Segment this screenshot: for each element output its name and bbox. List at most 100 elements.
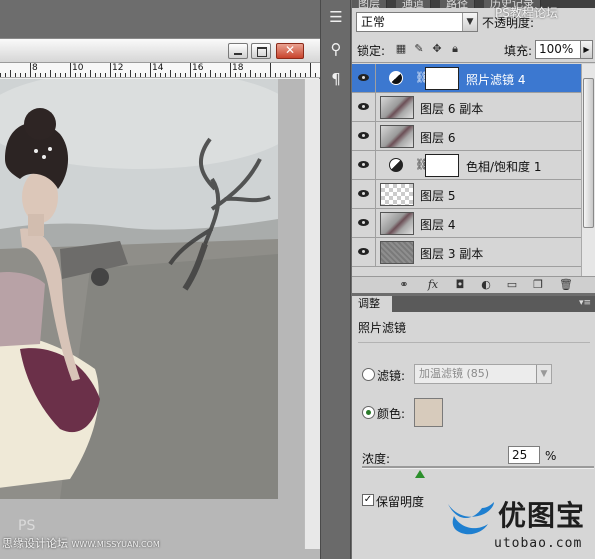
- ruler-tick: [95, 73, 96, 77]
- eye-icon[interactable]: [352, 93, 376, 121]
- tab-layers[interactable]: 图层: [352, 0, 387, 8]
- eye-icon[interactable]: [352, 122, 376, 150]
- layer-name: 照片滤镜 4: [466, 73, 526, 87]
- eye-icon[interactable]: [352, 180, 376, 208]
- ruler-tick: [145, 73, 146, 77]
- layer-mask-thumbnail[interactable]: [425, 67, 459, 90]
- logo-subtext: utobao.com: [494, 536, 583, 551]
- tab-adjustments[interactable]: 调整: [352, 296, 392, 312]
- ruler-tick: [105, 73, 106, 77]
- layer-row[interactable]: 图层 3 副本: [352, 238, 581, 267]
- layer-row[interactable]: ⛓ 照片滤镜 4: [352, 64, 581, 93]
- scrollbar-thumb[interactable]: [583, 78, 594, 228]
- blend-mode-select[interactable]: 正常 ▼: [356, 12, 478, 32]
- lock-all-icon[interactable]: 🔒︎: [448, 42, 462, 56]
- close-icon: ✕: [284, 43, 296, 57]
- fx-icon[interactable]: fx: [425, 278, 441, 292]
- color-radio[interactable]: [362, 406, 375, 419]
- tab-channels[interactable]: 通道: [396, 0, 431, 8]
- ruler-tick: [300, 73, 301, 77]
- layer-thumbnail: [380, 241, 414, 264]
- trash-icon[interactable]: 🗑︎: [558, 278, 574, 292]
- close-button[interactable]: ✕: [276, 43, 304, 59]
- layer-row[interactable]: ⛓ 色相/饱和度 1: [352, 151, 581, 180]
- panel-menu-icon[interactable]: ▾≡: [579, 298, 591, 308]
- layers-panel-tabs: 图层 通道 路径 历史记录: [352, 0, 595, 8]
- ruler-tick: [225, 73, 226, 77]
- link-layers-icon[interactable]: ⚭: [396, 278, 412, 292]
- new-adjustment-icon[interactable]: ◐: [478, 278, 494, 292]
- ruler-tick: [215, 73, 216, 77]
- ruler-label: 10: [72, 63, 84, 73]
- ruler-tick: [210, 70, 211, 77]
- ruler-tick: [35, 73, 36, 77]
- vertical-scrollbar[interactable]: [304, 79, 320, 549]
- ruler-label: 12: [112, 63, 124, 73]
- ruler-tick: [175, 73, 176, 77]
- blend-row: 正常 ▼ 不透明度:: [352, 9, 595, 35]
- filter-radio[interactable]: [362, 368, 375, 381]
- ruler-tick: [195, 73, 196, 77]
- sliders-icon[interactable]: ☰: [327, 8, 345, 26]
- lock-label: 锁定:: [357, 44, 386, 58]
- density-input[interactable]: 25: [508, 446, 540, 464]
- lock-transparency-icon[interactable]: ▦: [394, 42, 408, 56]
- color-swatch[interactable]: [414, 398, 443, 427]
- ruler-tick: [30, 63, 31, 77]
- density-slider-track[interactable]: [362, 466, 594, 469]
- add-mask-icon[interactable]: ◘: [452, 278, 468, 292]
- new-group-icon[interactable]: ▭: [504, 278, 520, 292]
- minimize-button[interactable]: [228, 43, 248, 59]
- maximize-button[interactable]: [251, 43, 271, 59]
- ruler-tick: [180, 73, 181, 77]
- density-unit: %: [545, 449, 557, 463]
- lock-position-icon[interactable]: ✥: [430, 42, 444, 56]
- ruler-tick: [20, 73, 21, 77]
- watermark-bottom-url: WWW.MISSYUAN.COM: [71, 540, 160, 549]
- document-titlebar[interactable]: ✕: [0, 39, 320, 63]
- divider: [358, 342, 590, 343]
- layers-scrollbar[interactable]: [581, 64, 595, 276]
- lock-pixels-icon[interactable]: ✎: [412, 42, 426, 56]
- eye-icon[interactable]: [352, 209, 376, 237]
- ruler-tick: [100, 73, 101, 77]
- adjustment-layer-icon: [389, 71, 403, 85]
- layer-list: ⛓ 照片滤镜 4 图层 6 副本 图层 6 ⛓ 色相/饱和度 1 图层 5 图层…: [352, 64, 595, 276]
- ruler-tick: [65, 73, 66, 77]
- layer-name: 图层 5: [420, 189, 456, 203]
- layer-row[interactable]: 图层 6: [352, 122, 581, 151]
- ruler-tick: [15, 73, 16, 77]
- eye-icon[interactable]: [352, 238, 376, 266]
- watermark-bottom-main: 思缘设计论坛: [2, 537, 68, 550]
- fill-slider-arrow[interactable]: ▶: [580, 40, 593, 59]
- preserve-luminosity-checkbox[interactable]: ✓: [362, 494, 374, 506]
- canvas-area[interactable]: [0, 79, 320, 559]
- ruler-tick: [310, 63, 311, 77]
- layer-mask-thumbnail[interactable]: [425, 154, 459, 177]
- density-slider-handle[interactable]: [415, 470, 425, 478]
- text-options-icon[interactable]: ¶: [327, 70, 345, 88]
- layer-row[interactable]: 图层 5: [352, 180, 581, 209]
- ruler-tick: [260, 73, 261, 77]
- new-layer-icon[interactable]: ❐: [530, 278, 546, 292]
- tab-paths[interactable]: 路径: [440, 0, 475, 8]
- layer-name: 图层 4: [420, 218, 456, 232]
- layer-row[interactable]: 图层 4: [352, 209, 581, 238]
- puppet-icon[interactable]: ⚲: [327, 40, 345, 58]
- ruler-tick: [45, 73, 46, 77]
- ruler-tick: [170, 70, 171, 77]
- fill-input[interactable]: 100%: [535, 40, 581, 59]
- filter-select[interactable]: 加温滤镜 (85) ▼: [414, 364, 552, 384]
- ruler-tick: [315, 73, 316, 77]
- photo-canvas[interactable]: [0, 79, 278, 499]
- eye-icon[interactable]: [352, 64, 376, 92]
- ruler-tick: [70, 63, 71, 77]
- ruler-tick: [275, 73, 276, 77]
- eye-icon[interactable]: [352, 151, 376, 179]
- ruler-tick: [265, 73, 266, 77]
- layer-row[interactable]: 图层 6 副本: [352, 93, 581, 122]
- ruler-tick: [5, 73, 6, 77]
- watermark-bottom: 思缘设计论坛 WWW.MISSYUAN.COM: [2, 535, 160, 551]
- ruler-tick: [200, 73, 201, 77]
- filter-select-value: 加温滤镜 (85): [419, 367, 490, 380]
